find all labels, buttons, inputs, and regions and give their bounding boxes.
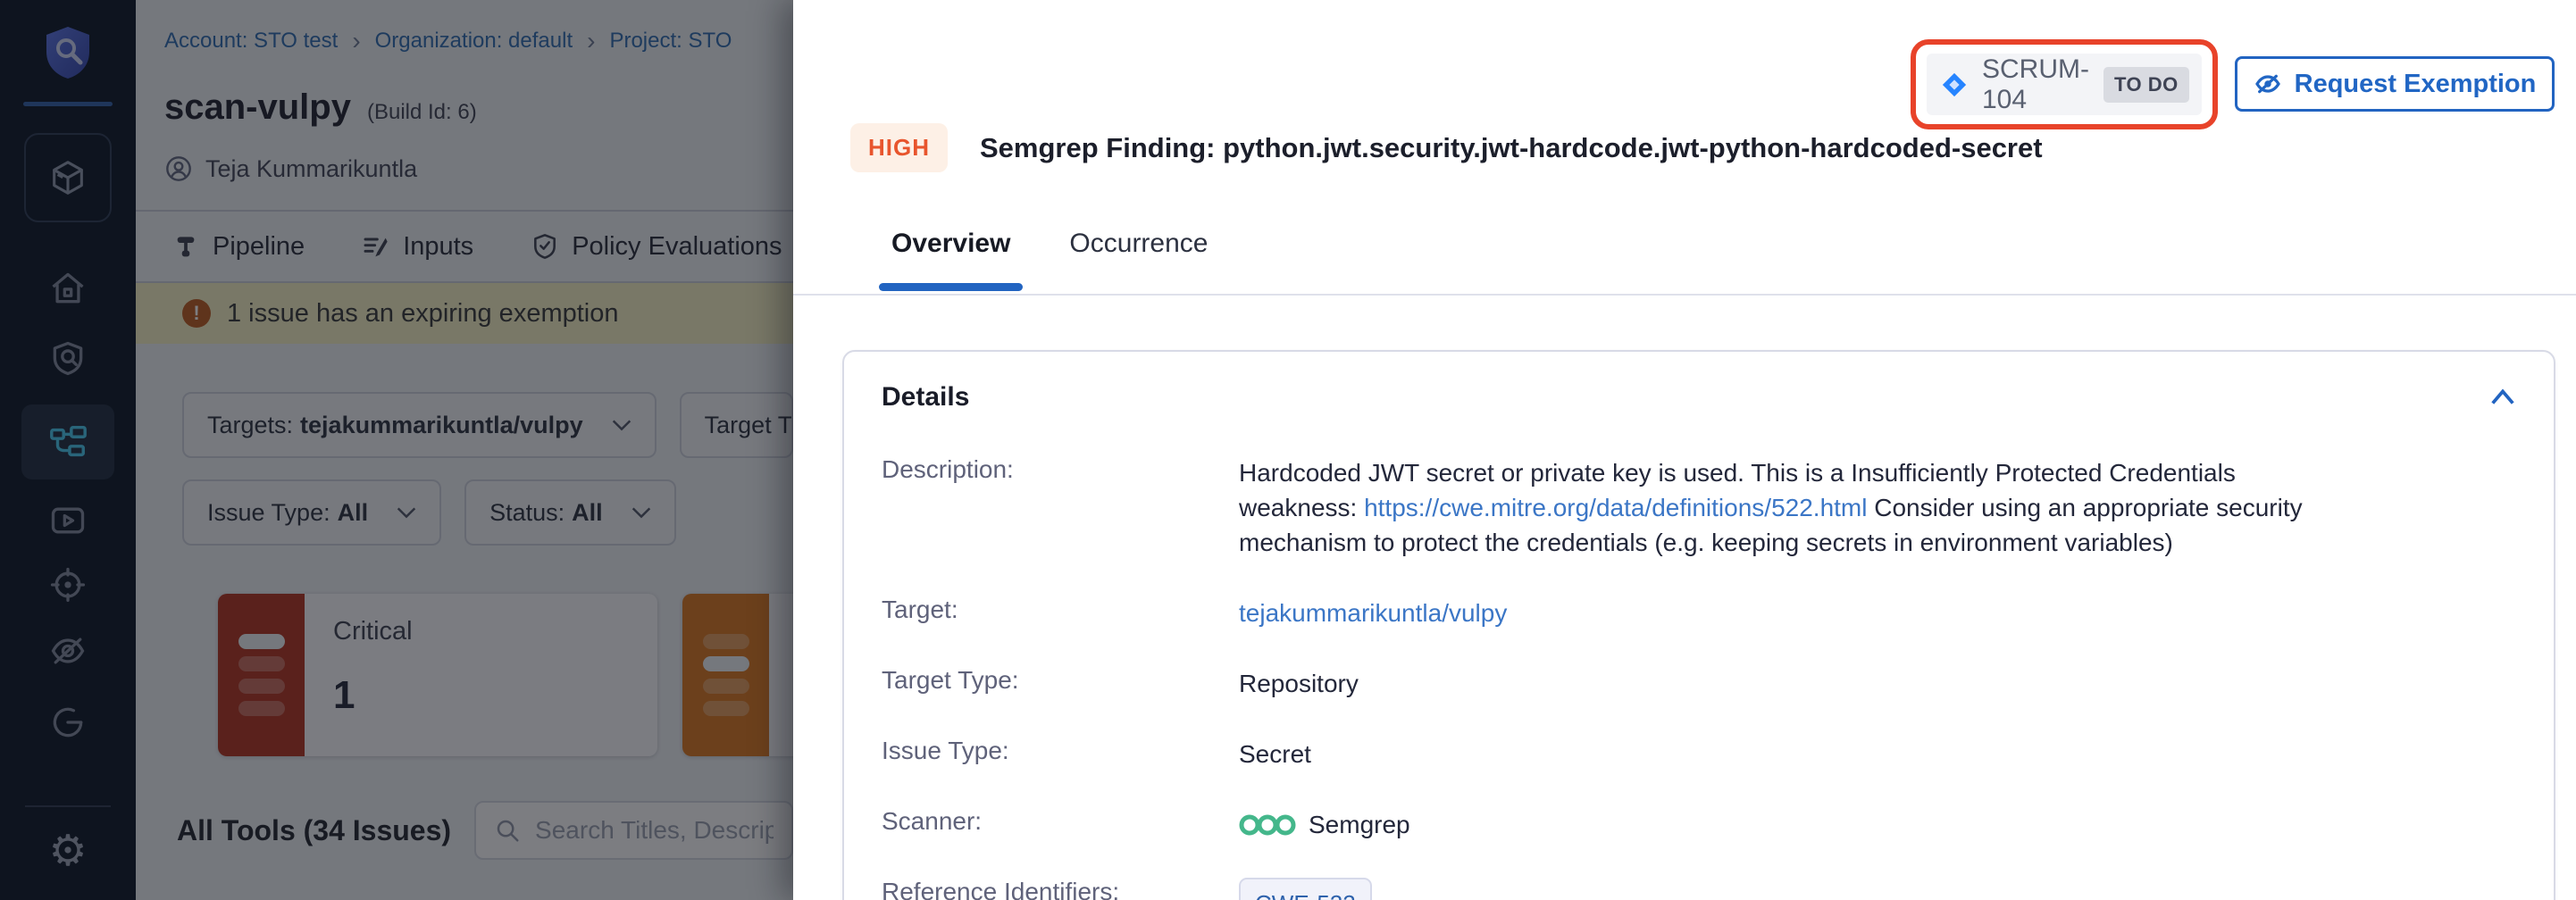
collapse-chevron-up-icon[interactable]	[2489, 388, 2516, 406]
drawer-backdrop[interactable]	[0, 0, 793, 900]
description-value: Hardcoded JWT secret or private key is u…	[1239, 455, 2320, 560]
target-type-label: Target Type:	[882, 666, 1239, 695]
tab-overview[interactable]: Overview	[891, 229, 1010, 291]
issue-type-value: Secret	[1239, 737, 1311, 771]
eye-off-icon	[2254, 70, 2282, 98]
reference-identifiers-label: Reference Identifiers:	[882, 878, 1239, 900]
request-exemption-label: Request Exemption	[2295, 70, 2537, 99]
reference-identifiers-row: Reference Identifiers: CWE-522	[882, 878, 2516, 900]
details-heading: Details	[882, 382, 969, 412]
target-link[interactable]: tejakummarikuntla/vulpy	[1239, 596, 1507, 630]
severity-badge-high: HIGH	[850, 123, 948, 172]
description-label: Description:	[882, 455, 1239, 484]
jira-issue-key: SCRUM-104	[1982, 54, 2089, 115]
target-type-value: Repository	[1239, 666, 1359, 701]
target-row: Target: tejakummarikuntla/vulpy	[882, 596, 2516, 630]
scanner-label: Scanner:	[882, 807, 1239, 836]
description-row: Description: Hardcoded JWT secret or pri…	[882, 455, 2516, 560]
red-annotation-highlight: SCRUM-104 TO DO	[1911, 39, 2218, 129]
target-type-row: Target Type: Repository	[882, 666, 2516, 701]
cwe-link[interactable]: https://cwe.mitre.org/data/definitions/5…	[1364, 494, 1867, 521]
jira-ticket-chip[interactable]: SCRUM-104 TO DO	[1927, 54, 2202, 115]
issue-type-label: Issue Type:	[882, 737, 1239, 765]
issue-details-drawer: SCRUM-104 TO DO Request Exemption HIGH S…	[793, 0, 2576, 900]
jira-icon	[1941, 71, 1968, 98]
drawer-tabs: Overview Occurrence	[891, 229, 1208, 291]
request-exemption-button[interactable]: Request Exemption	[2235, 56, 2555, 112]
issue-type-row: Issue Type: Secret	[882, 737, 2516, 771]
tab-occurrence[interactable]: Occurrence	[1069, 229, 1208, 291]
target-label: Target:	[882, 596, 1239, 624]
scanner-value: Semgrep	[1309, 807, 1410, 842]
scanner-row: Scanner: Semgrep	[882, 807, 2516, 842]
finding-title-row: HIGH Semgrep Finding: python.jwt.securit…	[850, 123, 2043, 172]
semgrep-logo-icon	[1239, 812, 1296, 838]
tabs-divider	[793, 294, 2576, 296]
cwe-reference-chip: CWE-522	[1239, 878, 1372, 900]
finding-title: Semgrep Finding: python.jwt.security.jwt…	[980, 132, 2043, 164]
background-page: ⚙ Account: STO test › Organization: defa…	[0, 0, 793, 900]
jira-status-badge: TO DO	[2103, 67, 2189, 103]
details-card: Details Description: Hardcoded JWT secre…	[842, 350, 2555, 900]
